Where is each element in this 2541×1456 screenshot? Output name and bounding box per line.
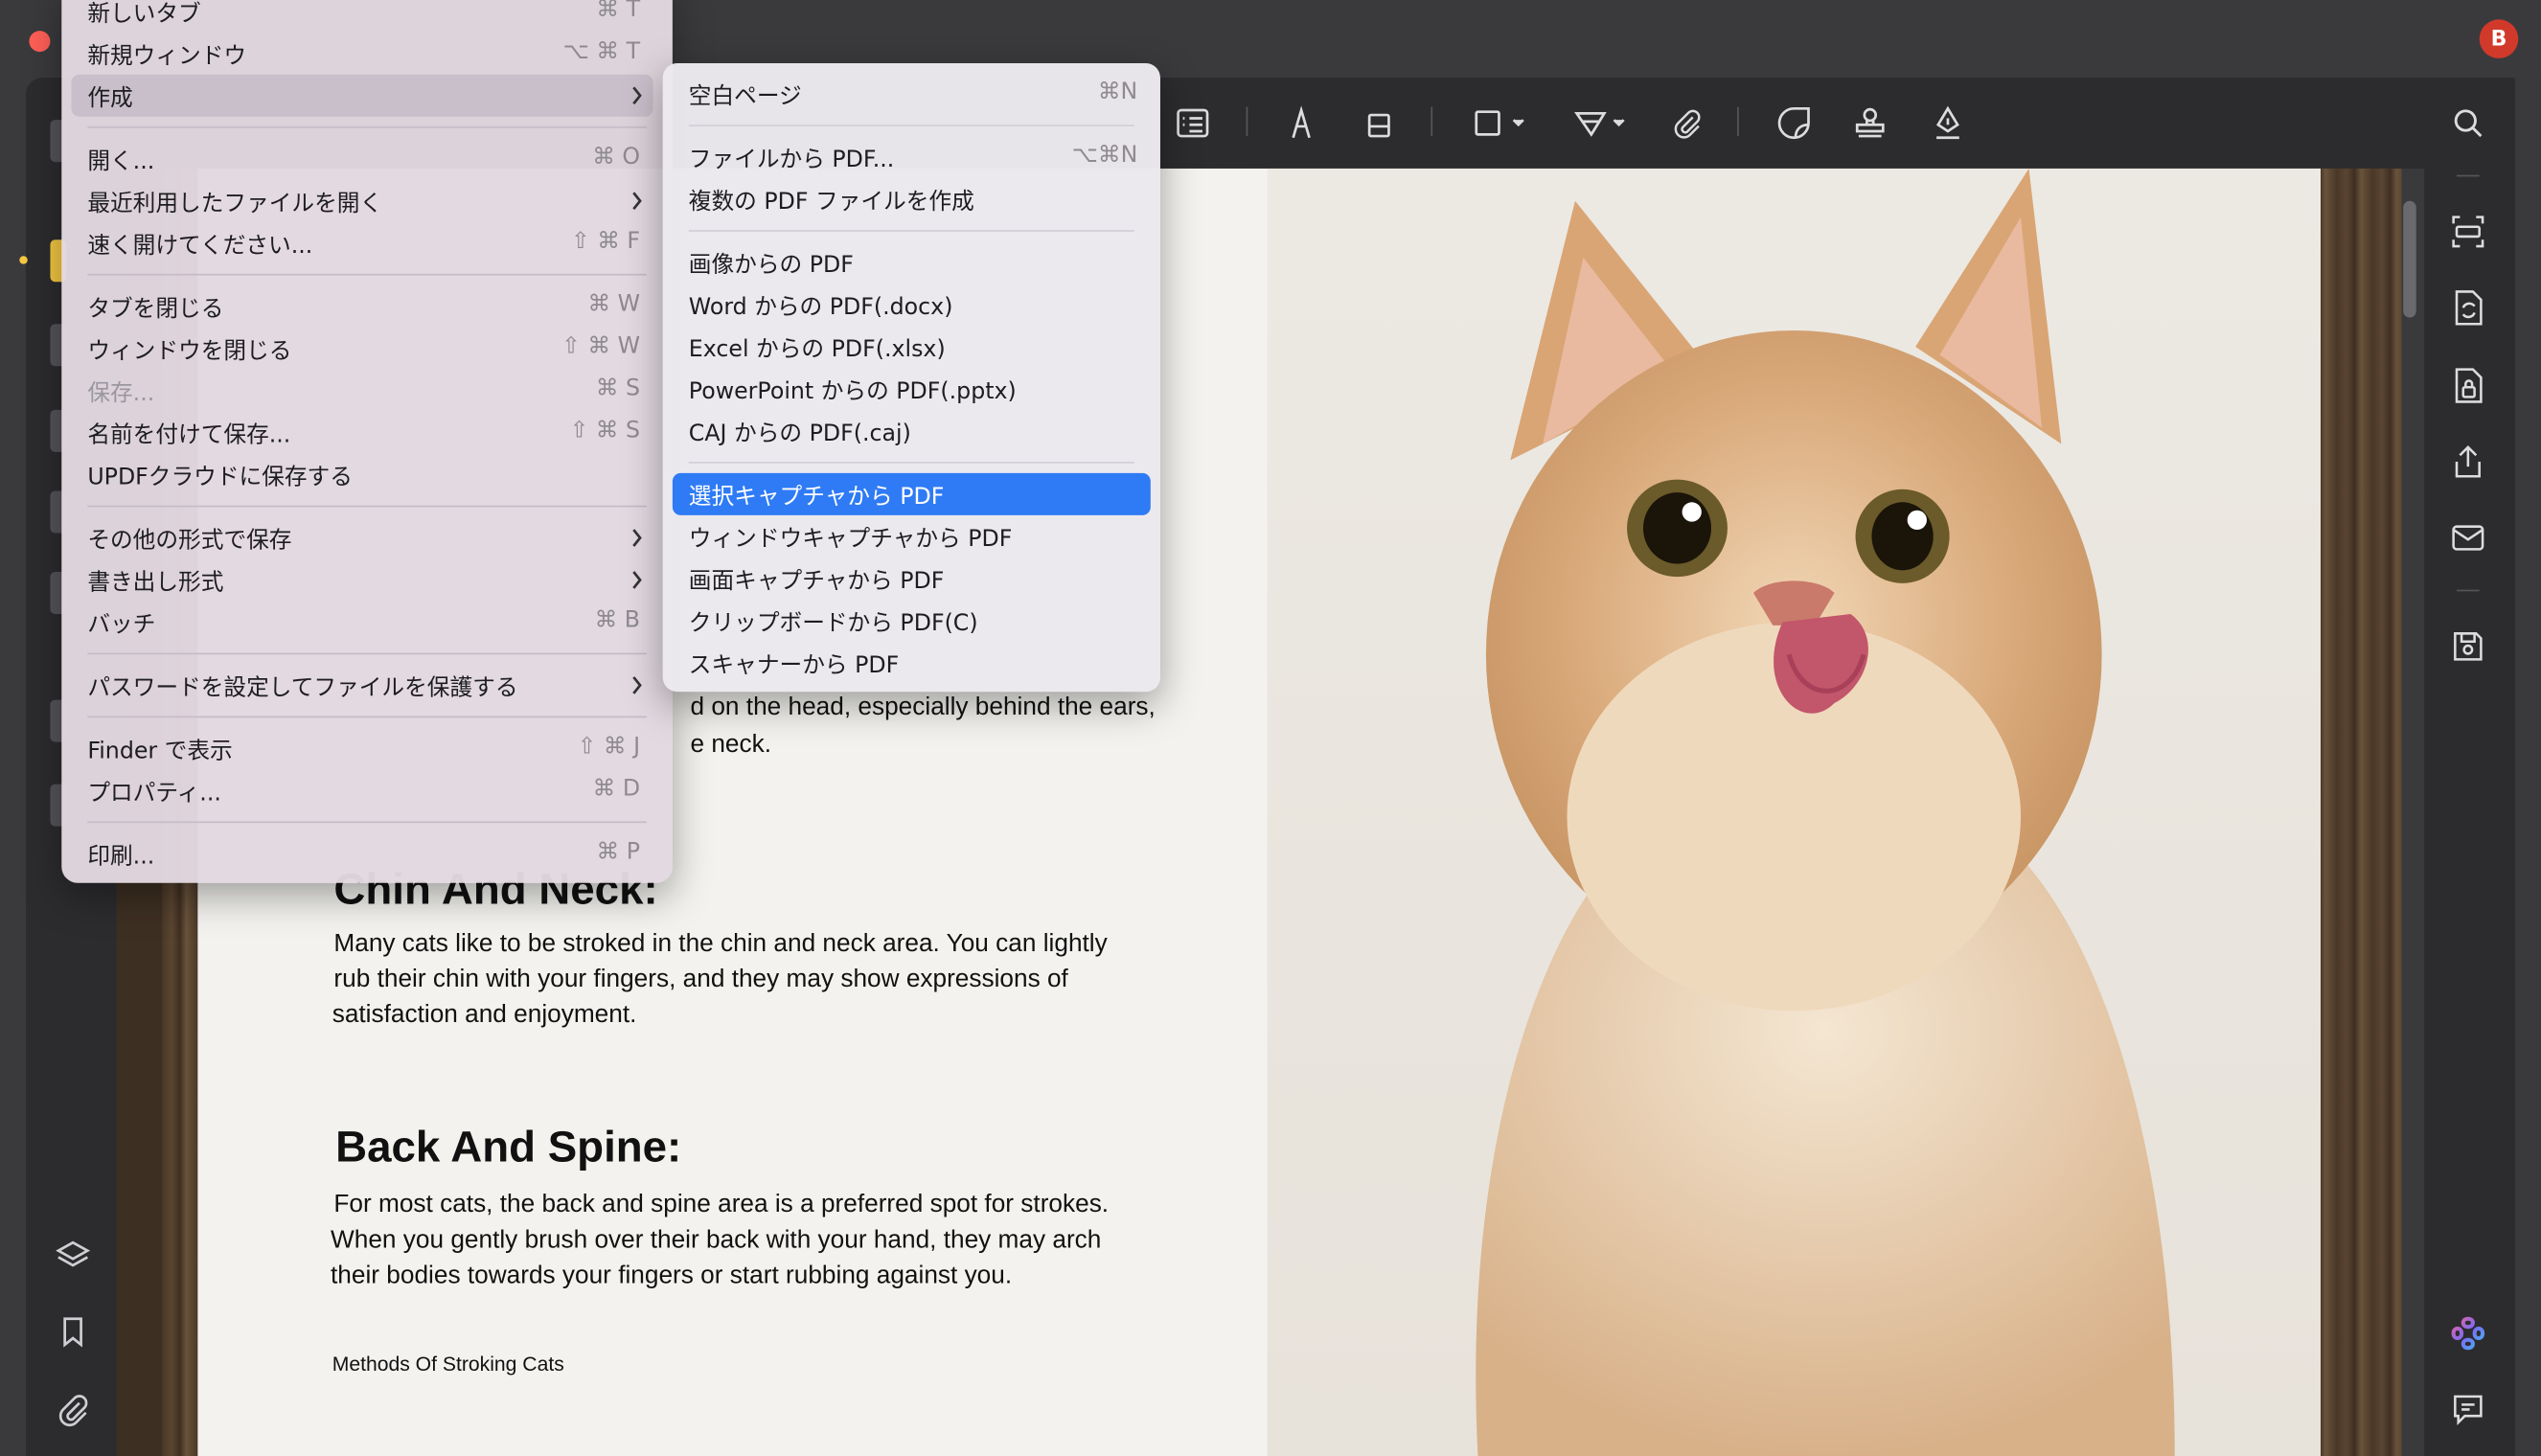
submenu-item-pdf-from-image[interactable]: 画像からの PDF xyxy=(673,241,1151,284)
pen-nib-icon[interactable] xyxy=(1925,101,1970,146)
menu-item-save-other-format[interactable]: その他の形式で保存 xyxy=(71,517,652,559)
menu-item-save-as[interactable]: 名前を付けて保存... ⇧ ⌘ S xyxy=(71,412,652,454)
menu-item-show-in-finder[interactable]: Finder で表示 ⇧ ⌘ J xyxy=(71,727,652,769)
toolbar-divider xyxy=(1246,106,1248,137)
rail-divider xyxy=(2457,589,2480,592)
submenu-item-pdf-from-file[interactable]: ファイルから PDF... ⌥⌘N xyxy=(673,136,1151,178)
stamp-icon[interactable] xyxy=(1847,101,1892,146)
menu-separator xyxy=(688,230,1134,232)
menu-separator xyxy=(87,821,647,824)
active-tab-indicator xyxy=(19,256,28,264)
menu-item-batch[interactable]: バッチ ⌘ B xyxy=(71,601,652,643)
submenu-item-pdf-from-word[interactable]: Word からの PDF(.docx) xyxy=(673,284,1151,326)
chevron-right-icon xyxy=(624,562,650,598)
menu-item-properties[interactable]: プロパティ... ⌘ D xyxy=(71,769,652,811)
menu-item-save-to-cloud[interactable]: UPDFクラウドに保存する xyxy=(71,454,652,496)
doc-partial-line: e neck. xyxy=(690,730,772,759)
menu-item-close-tab[interactable]: タブを閉じる ⌘ W xyxy=(71,285,652,328)
menu-separator xyxy=(87,652,647,655)
menu-item-open-recent[interactable]: 最近利用したファイルを開く xyxy=(71,180,652,222)
search-icon[interactable] xyxy=(2447,102,2489,145)
submenu-item-pdf-from-excel[interactable]: Excel からの PDF(.xlsx) xyxy=(673,326,1151,368)
paragraph-line: their bodies towards your fingers or sta… xyxy=(331,1262,1013,1290)
menu-item-new-window[interactable]: 新規ウィンドウ ⌥ ⌘ T xyxy=(71,33,652,75)
paragraph-line: satisfaction and enjoyment. xyxy=(332,1001,637,1029)
attachment-icon[interactable] xyxy=(54,1392,93,1431)
share-icon[interactable] xyxy=(2447,441,2489,483)
paragraph-line: Many cats like to be stroked in the chin… xyxy=(333,929,1108,958)
create-submenu: 空白ページ ⌘N ファイルから PDF... ⌥⌘N 複数の PDF ファイルを作成… xyxy=(662,62,1160,693)
submenu-item-pdf-from-window-capture[interactable]: ウィンドウキャプチャから PDF xyxy=(673,515,1151,557)
protect-file-icon[interactable] xyxy=(2447,365,2489,407)
submenu-item-create-multiple-pdf[interactable]: 複数の PDF ファイルを作成 xyxy=(673,178,1151,220)
comment-icon[interactable] xyxy=(2447,1388,2489,1430)
convert-file-icon[interactable] xyxy=(2447,286,2489,329)
doc-partial-line: d on the head, especially behind the ear… xyxy=(690,693,1156,721)
user-avatar[interactable]: B xyxy=(2479,19,2519,58)
menu-separator xyxy=(87,273,647,276)
submenu-item-pdf-from-screen-capture[interactable]: 画面キャプチャから PDF xyxy=(673,557,1151,600)
sticker-icon[interactable] xyxy=(1772,101,1817,146)
toolbar-divider xyxy=(1431,106,1433,137)
ocr-icon[interactable] xyxy=(2447,211,2489,253)
menu-separator xyxy=(688,462,1134,464)
vertical-scrollbar-thumb[interactable] xyxy=(2403,200,2416,318)
layers-icon[interactable] xyxy=(54,1238,93,1277)
heading-back-and-spine: Back And Spine: xyxy=(335,1123,682,1172)
cat-photo xyxy=(1267,168,2321,1456)
menu-separator xyxy=(87,505,647,508)
submenu-item-blank-page[interactable]: 空白ページ ⌘N xyxy=(673,73,1151,115)
shape-rectangle-icon[interactable] xyxy=(1468,101,1533,146)
signature-pen-icon[interactable] xyxy=(1568,101,1634,146)
menu-item-open[interactable]: 開く... ⌘ O xyxy=(71,138,652,180)
menu-separator xyxy=(87,716,647,718)
menu-item-print[interactable]: 印刷... ⌘ P xyxy=(71,832,652,875)
rail-divider xyxy=(2457,174,2480,177)
paperclip-icon[interactable] xyxy=(1664,101,1709,146)
text-list-icon[interactable] xyxy=(1170,101,1215,146)
menu-item-export-format[interactable]: 書き出し形式 xyxy=(71,558,652,601)
kitten-image xyxy=(1476,168,2175,1456)
close-window-button[interactable] xyxy=(29,31,51,53)
ai-assistant-icon[interactable] xyxy=(2447,1312,2489,1354)
submenu-item-pdf-from-powerpoint[interactable]: PowerPoint からの PDF(.pptx) xyxy=(673,368,1151,410)
menu-item-set-password[interactable]: パスワードを設定してファイルを保護する xyxy=(71,664,652,706)
menu-separator xyxy=(87,125,647,128)
chevron-right-icon xyxy=(624,183,650,218)
bookmark-icon[interactable] xyxy=(54,1314,93,1354)
menu-separator xyxy=(688,125,1134,126)
submenu-item-pdf-from-clipboard[interactable]: クリップボードから PDF(C) xyxy=(673,600,1151,642)
menu-item-save: 保存... ⌘ S xyxy=(87,375,641,407)
app-window: B d on the head, especially behind the e… xyxy=(0,0,2541,1456)
pencil-icon[interactable] xyxy=(1278,101,1323,146)
page-footer: Methods Of Stroking Cats xyxy=(332,1353,564,1376)
paragraph-line: When you gently brush over their back wi… xyxy=(331,1226,1102,1255)
menu-item-close-window[interactable]: ウィンドウを閉じる ⇧ ⌘ W xyxy=(71,328,652,370)
eraser-icon[interactable] xyxy=(1357,101,1402,146)
menu-item-quick-open[interactable]: 速く開けてください... ⇧ ⌘ F xyxy=(71,222,652,264)
menu-item-create[interactable]: 作成 xyxy=(71,74,653,117)
submenu-item-pdf-from-selection-capture[interactable]: 選択キャプチャから PDF xyxy=(672,472,1151,515)
save-icon[interactable] xyxy=(2447,626,2489,668)
submenu-item-pdf-from-scanner[interactable]: スキャナーから PDF xyxy=(673,642,1151,684)
chevron-right-icon xyxy=(624,78,650,113)
toolbar-divider xyxy=(1737,106,1739,137)
file-menu: 新しいタブ ⌘ T 新規ウィンドウ ⌥ ⌘ T 作成 開く... ⌘ O 最近利用した… xyxy=(61,0,673,883)
paragraph-line: rub their chin with your fingers, and th… xyxy=(333,966,1068,993)
right-sidebar xyxy=(2424,78,2515,1456)
submenu-item-pdf-from-caj[interactable]: CAJ からの PDF(.caj) xyxy=(673,410,1151,452)
chevron-right-icon xyxy=(624,520,650,556)
chevron-right-icon xyxy=(624,668,650,703)
paragraph-line: For most cats, the back and spine area i… xyxy=(333,1191,1110,1218)
mail-icon[interactable] xyxy=(2447,517,2489,559)
menu-item-new-tab[interactable]: 新しいタブ ⌘ T xyxy=(71,0,652,33)
